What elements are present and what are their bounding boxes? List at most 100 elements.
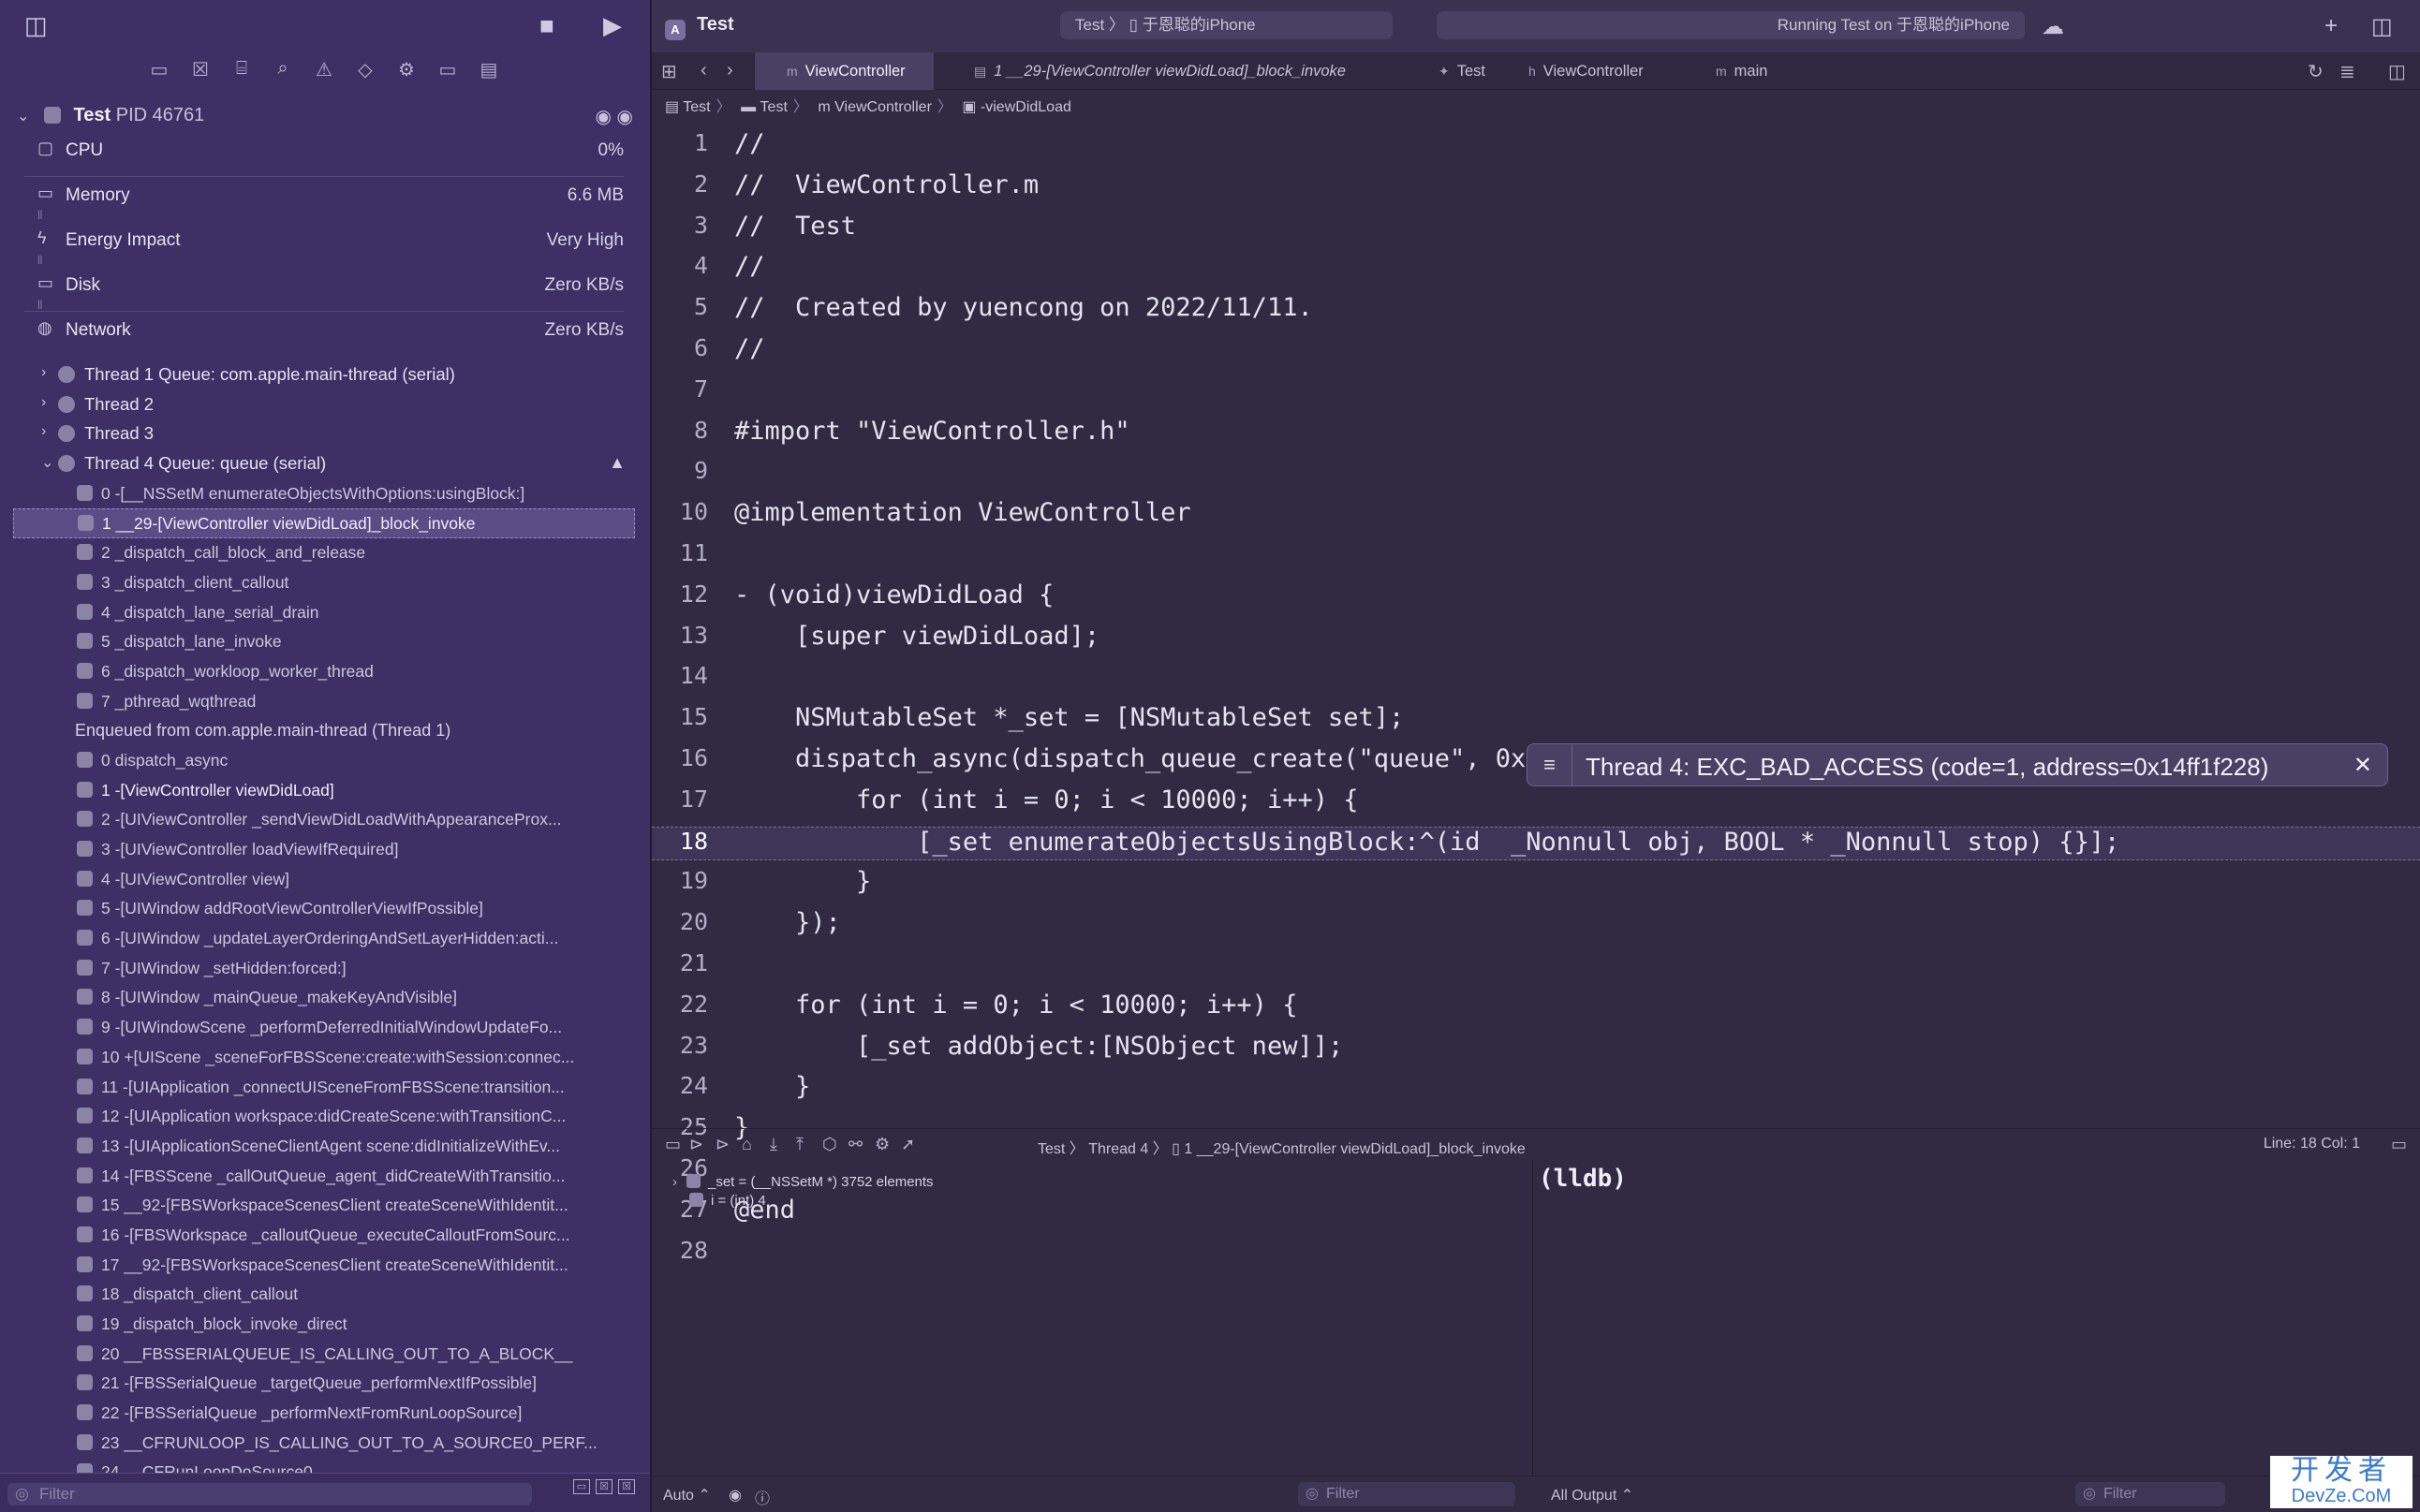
stack-frame-row[interactable]: 3 _dispatch_client_callout xyxy=(0,568,650,598)
variables-filter-input[interactable]: ◎ Filter xyxy=(1298,1482,1515,1506)
disclosure-closed-icon[interactable]: › xyxy=(41,423,46,440)
stack-frame-row[interactable]: 20 __FBSSERIALQUEUE_IS_CALLING_OUT_TO_A_… xyxy=(0,1340,650,1370)
stack-frame-row[interactable]: 14 -[FBSScene _callOutQueue_agent_didCre… xyxy=(0,1162,650,1192)
debug-icon[interactable]: ⚙ xyxy=(397,58,416,86)
code-line[interactable]: 11 xyxy=(652,539,2420,573)
line-number[interactable]: 23 xyxy=(652,1032,708,1059)
code-line[interactable]: 12 - (void)viewDidLoad { xyxy=(652,580,2420,614)
tab-main[interactable]: m main xyxy=(1716,52,1767,90)
stack-frame-row[interactable]: 13 -[UIApplicationSceneClientAgent scene… xyxy=(0,1132,650,1162)
run-icon[interactable]: ▶ xyxy=(603,13,622,37)
code-line[interactable]: 1 // xyxy=(652,129,2420,163)
breadcrumb-item[interactable]: ViewController xyxy=(834,99,932,115)
stack-frame-row[interactable]: 7 -[UIWindow _setHidden:forced:] xyxy=(0,954,650,984)
line-number[interactable]: 11 xyxy=(652,539,708,566)
stack-frame-row[interactable]: 15 __92-[FBSWorkspaceScenesClient create… xyxy=(0,1191,650,1221)
stack-frame-row[interactable]: 0 -[__NSSetM enumerateObjectsWithOptions… xyxy=(0,479,650,509)
stack-frame-row[interactable]: 22 -[FBSSerialQueue _performNextFromRunL… xyxy=(0,1399,650,1429)
error-menu-icon[interactable]: ≡ xyxy=(1527,744,1572,785)
line-number[interactable]: 20 xyxy=(652,908,708,935)
stack-frame-row[interactable]: 17 __92-[FBSWorkspaceScenesClient create… xyxy=(0,1251,650,1281)
code-line[interactable]: 13 [super viewDidLoad]; xyxy=(652,622,2420,655)
code-line[interactable]: 15 NSMutableSet *_set = [NSMutableSet se… xyxy=(652,703,2420,737)
forward-icon[interactable]: › xyxy=(727,60,733,81)
stack-frame-row[interactable]: 18 _dispatch_client_callout xyxy=(0,1280,650,1310)
back-icon[interactable]: ‹ xyxy=(701,60,707,81)
stack-frame-row[interactable]: 2 -[UIViewController _sendViewDidLoadWit… xyxy=(0,805,650,835)
breakpoint-icon[interactable]: ▭ xyxy=(438,58,457,86)
code-line[interactable]: 14 xyxy=(652,662,2420,696)
code-line[interactable]: 17 for (int i = 0; i < 10000; i++) { xyxy=(652,785,2420,819)
layout-toggle-icon[interactable]: ▭ xyxy=(2391,1135,2407,1154)
stack-frame-row[interactable]: 0 dispatch_async xyxy=(0,746,650,776)
gauge-cpu[interactable]: ▢ CPU 0% xyxy=(37,137,624,178)
code-line[interactable]: 10 @implementation ViewController xyxy=(652,498,2420,532)
disclosure-closed-icon[interactable]: › xyxy=(41,364,46,381)
variable-row[interactable]: i = (int) 4 xyxy=(672,1193,766,1209)
stack-frame-row[interactable]: 11 -[UIApplication _connectUISceneFromFB… xyxy=(0,1073,650,1103)
filter-option-icon[interactable]: ☒ xyxy=(618,1479,635,1494)
stack-frame-row[interactable]: 1 -[ViewController viewDidLoad] xyxy=(0,776,650,806)
stack-frame-row[interactable]: 6 -[UIWindow _updateLayerOrderingAndSetL… xyxy=(0,924,650,954)
variable-row[interactable]: › _set = (__NSSetM *) 3752 elements xyxy=(672,1174,934,1190)
environment-icon[interactable]: ⚙ xyxy=(875,1135,890,1154)
line-number[interactable]: 10 xyxy=(652,498,708,525)
line-number[interactable]: 1 xyxy=(652,129,708,156)
stack-frame-row[interactable]: 8 -[UIWindow _mainQueue_makeKeyAndVisibl… xyxy=(0,983,650,1013)
tab-viewcontroller-m[interactable]: m ViewController xyxy=(755,52,934,90)
scheme-selector[interactable]: Test 〉 ▯ 于恩聪的iPhone xyxy=(1060,11,1393,39)
thread-row[interactable]: › Thread 3 xyxy=(0,419,650,449)
stack-frame-row[interactable]: 4 _dispatch_lane_serial_drain xyxy=(0,598,650,628)
line-number[interactable]: 2 xyxy=(652,170,708,198)
grid-icon[interactable]: ⊞ xyxy=(661,60,677,83)
line-number[interactable]: 19 xyxy=(652,867,708,894)
step-out-icon[interactable]: ⤒ xyxy=(796,1135,804,1154)
breakpoints-toggle-icon[interactable]: ⊳ xyxy=(689,1135,703,1154)
disclosure-open-icon[interactable]: ⌄ xyxy=(41,453,53,472)
line-number[interactable]: 17 xyxy=(652,785,708,813)
stack-frame-row[interactable]: 23 __CFRUNLOOP_IS_CALLING_OUT_TO_A_SOURC… xyxy=(0,1429,650,1459)
refresh-icon[interactable]: ↻ xyxy=(2308,60,2324,83)
line-number[interactable]: 24 xyxy=(652,1072,708,1099)
line-number[interactable]: 7 xyxy=(652,375,708,403)
line-number[interactable]: 16 xyxy=(652,744,708,771)
symbol-icon[interactable]: ⌸ xyxy=(232,58,251,86)
stack-frame-row[interactable]: 21 -[FBSSerialQueue _targetQueue_perform… xyxy=(0,1369,650,1399)
line-number[interactable]: 8 xyxy=(652,417,708,444)
info-icon[interactable]: ⓘ xyxy=(755,1486,770,1508)
disclosure-closed-icon[interactable]: › xyxy=(672,1174,677,1190)
stack-frame-row[interactable]: 4 -[UIViewController view] xyxy=(0,865,650,895)
project-title[interactable]: A Test xyxy=(665,14,734,40)
line-number[interactable]: 14 xyxy=(652,662,708,689)
tab-test[interactable]: ✦ Test xyxy=(1439,52,1485,90)
source-editor[interactable]: 1 // 2 // ViewController.m 3 // Test 4 // 5 // Cr… xyxy=(652,129,2420,1264)
line-number[interactable]: 13 xyxy=(652,622,708,649)
line-number[interactable]: 9 xyxy=(652,457,708,484)
line-number[interactable]: 12 xyxy=(652,580,708,608)
close-icon[interactable]: ✕ xyxy=(2354,752,2372,779)
add-icon[interactable]: + xyxy=(2324,13,2338,39)
filter-option-icon[interactable]: ☒ xyxy=(596,1479,612,1494)
gauge-memory[interactable]: ▭ Memory 6.6 MB || xyxy=(37,182,624,223)
hide-debug-area-icon[interactable]: ▭ xyxy=(665,1135,681,1154)
code-line[interactable]: 24 } xyxy=(652,1072,2420,1106)
step-into-icon[interactable]: ⤓ xyxy=(770,1135,777,1154)
console-filter-input[interactable]: ◎ Filter xyxy=(2075,1482,2225,1506)
issue-icon[interactable]: ⚠ xyxy=(315,58,333,86)
find-icon[interactable]: ⌕ xyxy=(273,58,292,86)
process-row[interactable]: ⌄ Test PID 46761 ◉ ◉ xyxy=(17,105,633,133)
line-number[interactable]: 22 xyxy=(652,991,708,1018)
navigator-filter-input[interactable]: ◎ Filter xyxy=(7,1483,532,1505)
lldb-console[interactable]: (lldb) xyxy=(1532,1161,2420,1475)
stack-frame-row[interactable]: 5 -[UIWindow addRootViewControllerViewIf… xyxy=(0,894,650,924)
code-line[interactable]: 7 xyxy=(652,375,2420,409)
line-number[interactable]: 3 xyxy=(652,212,708,239)
breadcrumb-item[interactable]: Test xyxy=(683,99,710,115)
editor-options-icon[interactable]: ≣ xyxy=(2339,60,2355,83)
gauge-network[interactable]: ◍ Network Zero KB/s xyxy=(37,316,624,358)
stack-frame-row[interactable]: 10 +[UIScene _sceneForFBSScene:create:wi… xyxy=(0,1043,650,1073)
thread-row[interactable]: › Thread 2 xyxy=(0,390,650,420)
memory-graph-icon[interactable]: ⚯ xyxy=(848,1135,863,1154)
thread-row[interactable]: › Thread 1 Queue: com.apple.main-thread … xyxy=(0,360,650,390)
source-control-icon[interactable]: ☒ xyxy=(191,58,210,86)
